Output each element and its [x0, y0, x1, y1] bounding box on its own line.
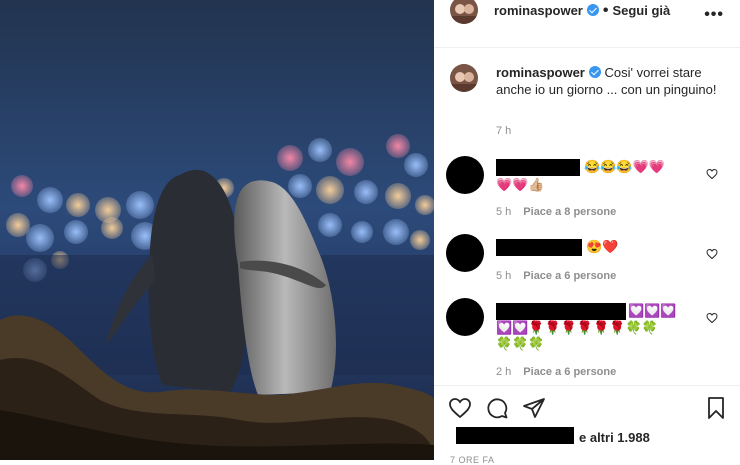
- action-bar: [434, 385, 740, 461]
- redacted-username: [496, 303, 626, 320]
- verified-icon: [586, 4, 599, 16]
- like-comment-icon[interactable]: [706, 168, 718, 180]
- author-avatar[interactable]: [450, 0, 478, 24]
- redacted-username: [496, 239, 582, 256]
- penguins-photo: [0, 0, 434, 460]
- post-timestamp: 7 ORE FA: [450, 455, 495, 465]
- verified-icon: [588, 66, 601, 78]
- post-side-panel: rominaspower • Segui già ••• rominaspower …: [434, 0, 740, 465]
- heart-icon[interactable]: [448, 396, 472, 420]
- share-icon[interactable]: [522, 396, 546, 420]
- comment-time[interactable]: 2 h: [496, 366, 511, 378]
- comment-text: 🍀🍀🍀: [496, 336, 545, 351]
- bookmark-icon[interactable]: [704, 396, 728, 420]
- caption: rominaspower Cosi' vorrei stare anche io…: [496, 64, 726, 98]
- comment-time[interactable]: 5 h: [496, 270, 511, 282]
- caption-username[interactable]: rominaspower: [496, 65, 585, 80]
- comment-meta: 5 h Piace a 8 persone: [496, 206, 616, 218]
- comment-text: 💗💗👍🏼: [496, 177, 545, 192]
- likes-count[interactable]: e altri 1.988: [579, 430, 650, 445]
- like-comment-icon[interactable]: [706, 312, 718, 324]
- comment-time[interactable]: 5 h: [496, 206, 511, 218]
- redacted-liker: [456, 427, 574, 444]
- redacted-username: [496, 159, 580, 176]
- comment-meta: 2 h Piace a 6 persone: [496, 366, 616, 378]
- caption-avatar[interactable]: [450, 64, 478, 92]
- comment-icon[interactable]: [485, 396, 509, 420]
- comment-text: 😂😂😂💗💗: [584, 159, 665, 174]
- following-button[interactable]: Segui già: [612, 3, 670, 18]
- like-comment-icon[interactable]: [706, 248, 718, 260]
- separator-dot: •: [602, 2, 609, 19]
- comment-avatar[interactable]: [446, 156, 484, 194]
- comment-likes[interactable]: Piace a 6 persone: [523, 366, 616, 378]
- author-username[interactable]: rominaspower: [494, 3, 583, 18]
- comment-avatar[interactable]: [446, 298, 484, 336]
- comment-text: 💟💟💟: [628, 303, 677, 318]
- comment-likes[interactable]: Piace a 6 persone: [523, 270, 616, 282]
- post-header: rominaspower • Segui già •••: [434, 0, 740, 48]
- more-options-icon[interactable]: •••: [704, 6, 724, 24]
- comment-text: 😍❤️: [586, 239, 619, 254]
- comment-avatar[interactable]: [446, 234, 484, 272]
- caption-time[interactable]: 7 h: [496, 125, 511, 137]
- comment-likes[interactable]: Piace a 8 persone: [523, 206, 616, 218]
- comment-meta: 5 h Piace a 6 persone: [496, 270, 616, 282]
- post-photo[interactable]: [0, 0, 434, 460]
